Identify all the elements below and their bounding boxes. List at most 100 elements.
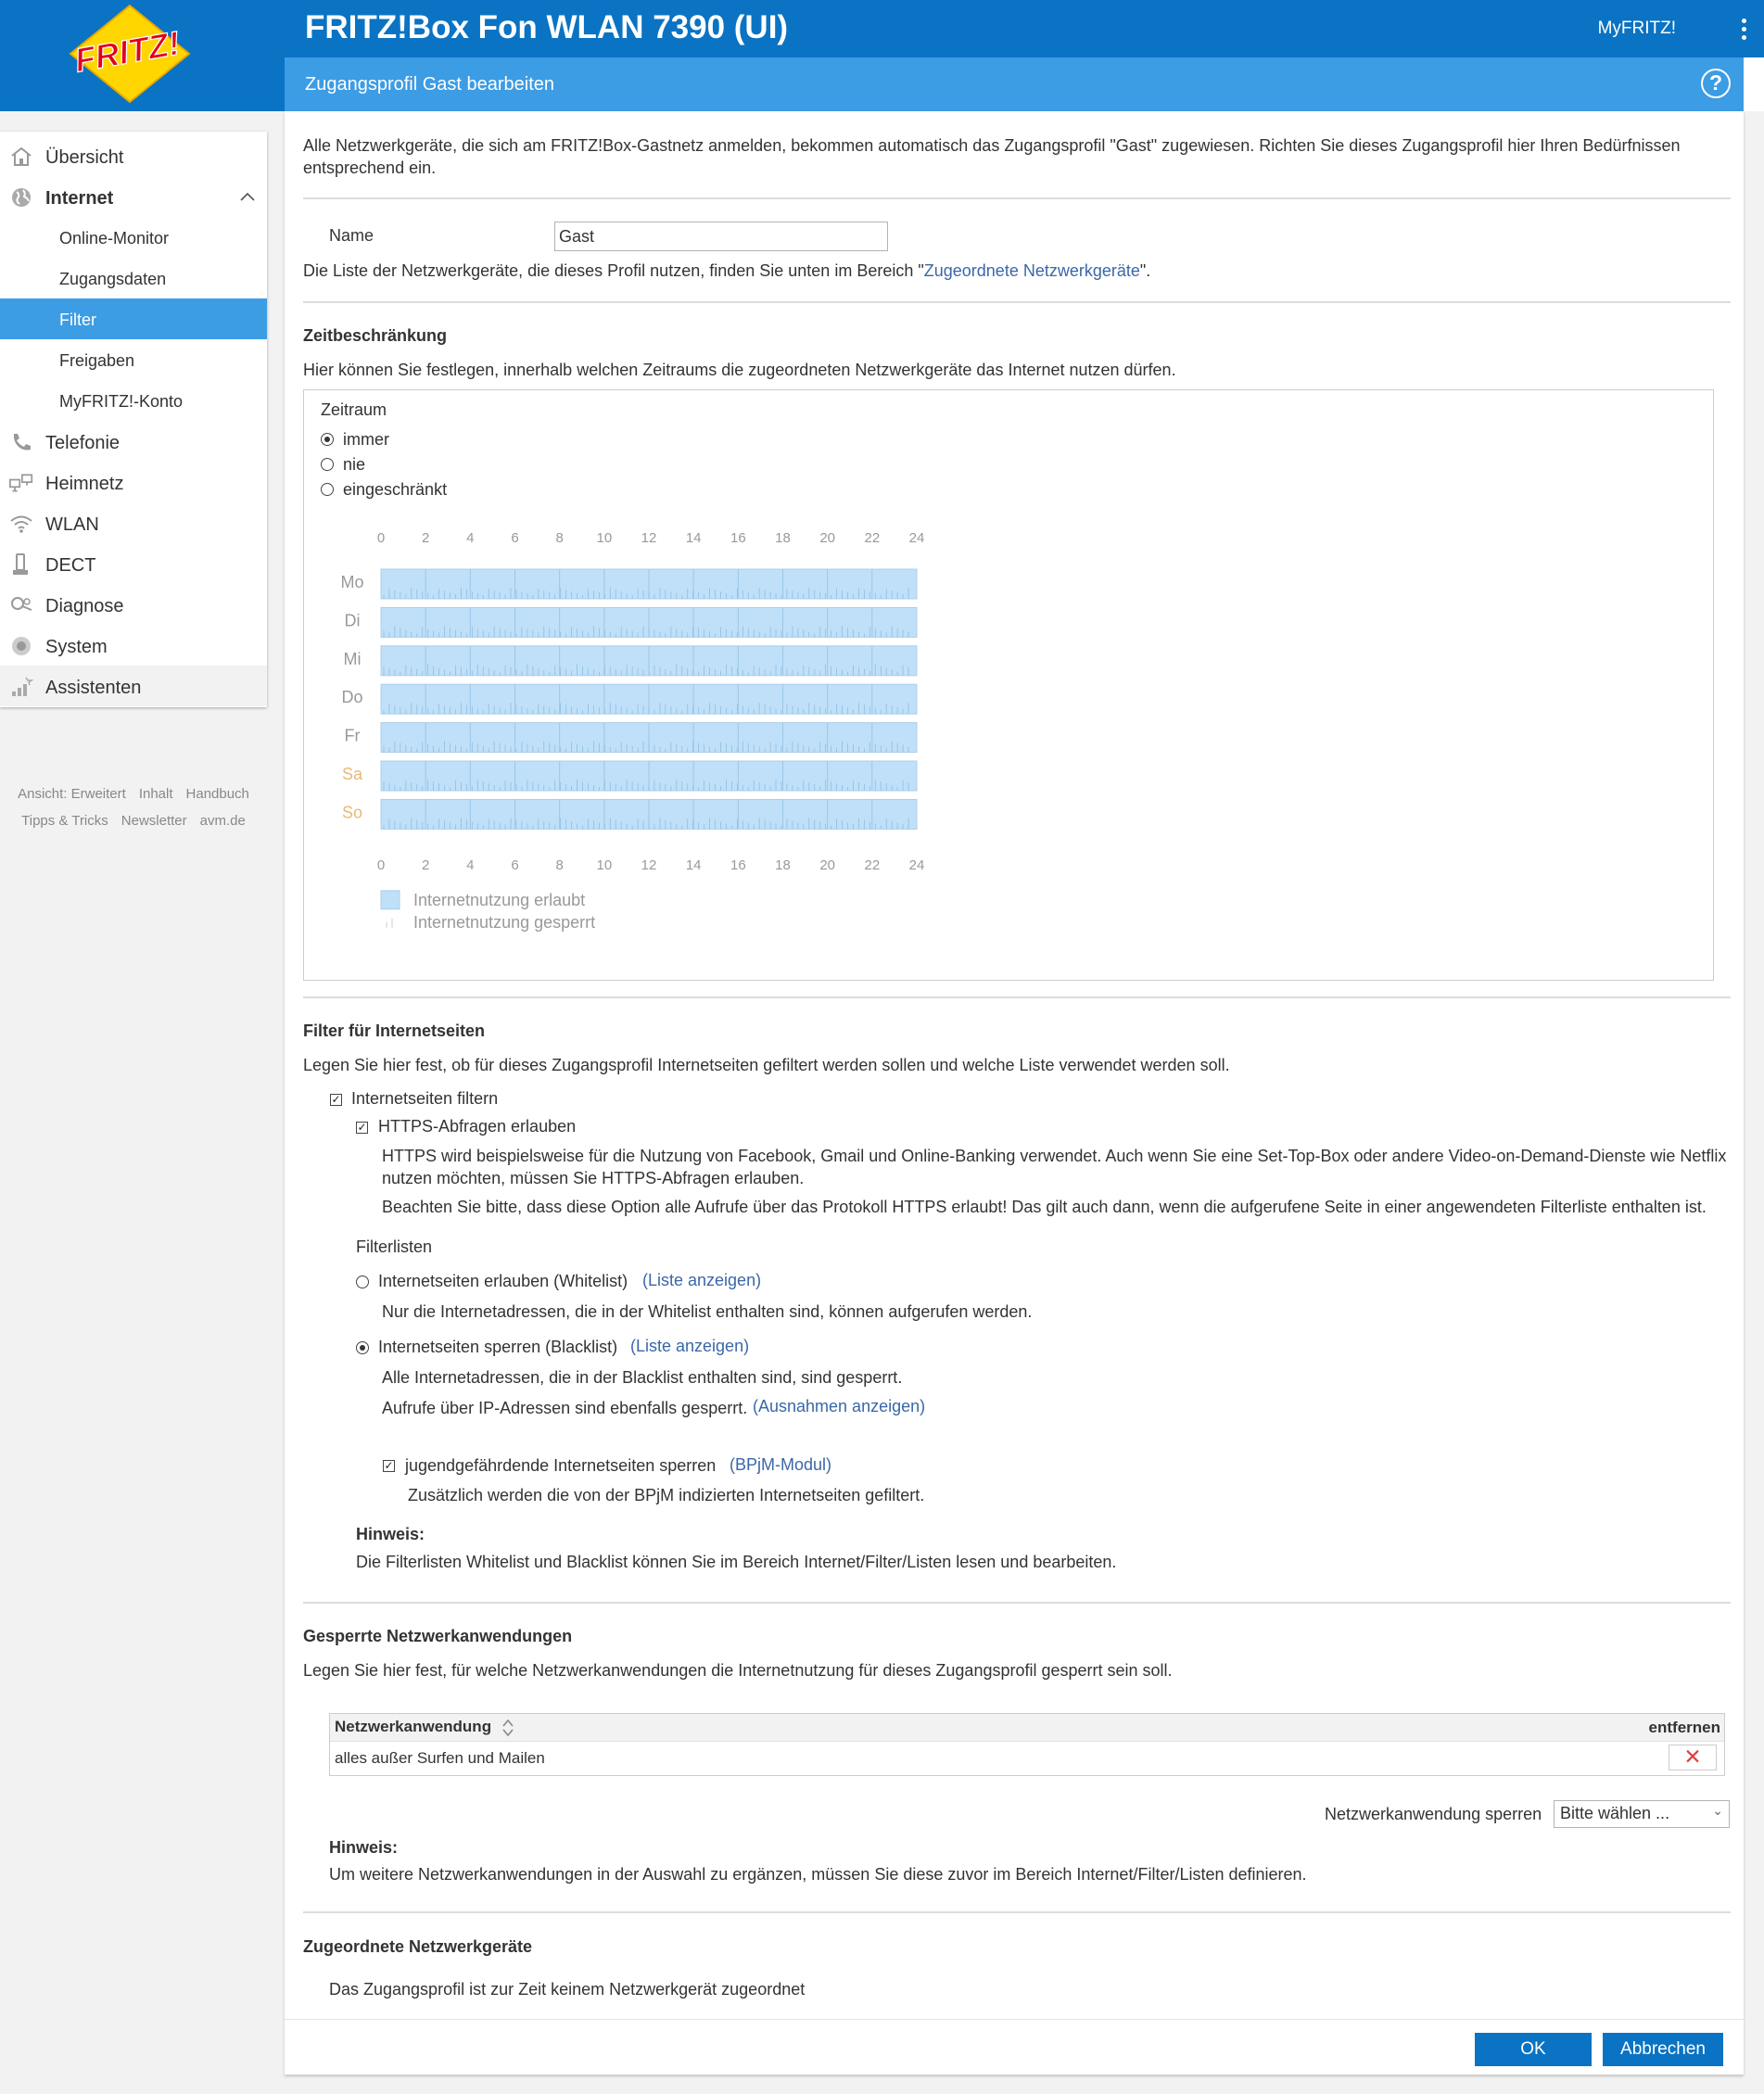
radio-nie-label[interactable]: nie: [343, 455, 365, 475]
help-icon[interactable]: ?: [1701, 69, 1731, 98]
sidebar-item-uebersicht[interactable]: Übersicht: [0, 135, 267, 176]
sidebar-item-myfritz-konto[interactable]: MyFRITZ!-Konto: [0, 380, 267, 421]
radio-nie[interactable]: [321, 458, 334, 471]
name-label: Name: [329, 226, 374, 245]
sidebar-item-wlan[interactable]: WLAN: [0, 502, 267, 543]
phone-icon: [13, 434, 31, 451]
hour-tick-bottom: 4: [466, 857, 474, 873]
ausnahmen-show-link[interactable]: (Ausnahmen anzeigen): [753, 1397, 925, 1416]
checkbox-bpjm[interactable]: ✓: [383, 1460, 395, 1472]
checkbox-https-erlauben-label[interactable]: HTTPS-Abfragen erlauben: [378, 1117, 576, 1136]
https-desc-line1: HTTPS wird beispielsweise für die Nutzun…: [382, 1147, 1727, 1165]
day-label-sa: Sa: [342, 765, 363, 783]
apps-select[interactable]: Bitte wählen ... ⌄: [1554, 1800, 1730, 1828]
divider: [303, 197, 1731, 199]
footer-link-avm[interactable]: avm.de: [200, 813, 246, 829]
dect-icon: [13, 553, 28, 575]
title-bar: FRITZ!Box Fon WLAN 7390 (UI) MyFRITZ!: [285, 0, 1764, 57]
blacklist-desc-line2: Aufrufe über IP-Adressen sind ebenfalls …: [382, 1399, 748, 1417]
sidebar-item-assistenten[interactable]: Assistenten: [0, 666, 267, 706]
globe-icon: [12, 188, 31, 207]
hour-tick-bottom: 6: [511, 857, 518, 873]
sidebar-item-label: Zugangsdaten: [59, 270, 167, 288]
hour-tick-top: 18: [775, 530, 791, 546]
hour-tick-bottom: 8: [555, 857, 563, 873]
sidebar-item-online-monitor[interactable]: Online-Monitor: [0, 217, 267, 258]
apps-select-value: Bitte wählen ...: [1560, 1804, 1670, 1822]
footer-link-ansicht[interactable]: Ansicht: Erweitert: [18, 786, 126, 802]
sidebar-item-label: Assistenten: [45, 678, 142, 698]
sidebar-item-internet[interactable]: Internet: [0, 176, 267, 217]
legend-blocked-label: Internetnutzung gesperrt: [413, 913, 595, 932]
name-note-post: ".: [1139, 261, 1151, 280]
bpjm-module-link[interactable]: (BPjM-Modul): [730, 1455, 831, 1475]
chevron-up-icon[interactable]: [239, 191, 256, 202]
name-note-pre: Die Liste der Netzwerkgeräte, die dieses…: [303, 261, 924, 280]
ok-button[interactable]: OK: [1475, 2033, 1592, 2066]
blacklist-show-link[interactable]: (Liste anzeigen): [630, 1337, 749, 1356]
day-label-mo: Mo: [340, 573, 363, 591]
checkbox-bpjm-label[interactable]: jugendgefährdende Internetseiten sperren: [405, 1456, 716, 1476]
sidebar-item-freigaben[interactable]: Freigaben: [0, 339, 267, 380]
radio-eingeschraenkt-label[interactable]: eingeschränkt: [343, 480, 447, 500]
radio-immer-label[interactable]: immer: [343, 430, 389, 450]
apps-hint-text: Um weitere Netzwerkanwendungen in der Au…: [329, 1865, 1307, 1884]
sidebar-item-label: WLAN: [45, 514, 99, 535]
radio-blacklist-label[interactable]: Internetseiten sperren (Blacklist): [378, 1338, 617, 1357]
remove-button[interactable]: ✕: [1669, 1745, 1717, 1770]
table-cell-app: alles außer Surfen und Mailen: [335, 1749, 545, 1767]
checkbox-https-erlauben[interactable]: ✓: [356, 1122, 368, 1134]
sidebar-item-heimnetz[interactable]: Heimnetz: [0, 462, 267, 502]
checkbox-internetseiten-filtern-label[interactable]: Internetseiten filtern: [351, 1089, 498, 1109]
checkbox-internetseiten-filtern[interactable]: ✓: [330, 1094, 342, 1106]
myfritz-link[interactable]: MyFRITZ!: [1598, 19, 1676, 39]
hour-tick-bottom: 10: [596, 857, 612, 873]
day-label-do: Do: [341, 688, 362, 706]
time-schedule-grid[interactable]: 0022446688101012121414161618182020222224…: [304, 520, 1231, 965]
footer-link-tipps[interactable]: Tipps & Tricks: [21, 813, 108, 829]
chevron-down-icon: ⌄: [1712, 1803, 1723, 1818]
wizard-icon: [12, 677, 33, 696]
sidebar-item-dect[interactable]: DECT: [0, 543, 267, 584]
footer-link-newsletter[interactable]: Newsletter: [121, 813, 187, 829]
name-input[interactable]: [554, 222, 888, 251]
radio-whitelist[interactable]: [356, 1275, 369, 1288]
hour-tick-bottom: 0: [377, 857, 385, 873]
legend-allowed-label: Internetnutzung erlaubt: [413, 891, 585, 909]
radio-eingeschraenkt[interactable]: [321, 483, 334, 496]
intro-text-line2: entsprechend ein.: [303, 159, 437, 177]
apps-table: Netzwerkanwendung entfernen alles außer …: [329, 1713, 1725, 1776]
whitelist-show-link[interactable]: (Liste anzeigen): [642, 1271, 761, 1290]
zugeordnete-geraete-link[interactable]: Zugeordnete Netzwerkgeräte: [924, 261, 1140, 280]
day-label-di: Di: [345, 611, 361, 629]
col-netzwerkanwendung[interactable]: Netzwerkanwendung: [335, 1718, 491, 1736]
day-label-fr: Fr: [345, 727, 361, 745]
zeitraum-box: Zeitraum immer nie eingeschränkt 0022446…: [303, 389, 1714, 981]
divider: [303, 1911, 1731, 1913]
apps-heading: Gesperrte Netzwerkanwendungen: [303, 1627, 573, 1645]
subtitle-bar: Zugangsprofil Gast bearbeiten ?: [285, 57, 1744, 111]
fritz-logo[interactable]: FRITZ!: [0, 0, 285, 111]
sidebar-item-diagnose[interactable]: Diagnose: [0, 584, 267, 625]
cancel-button[interactable]: Abbrechen: [1603, 2033, 1723, 2066]
sidebar-item-telefonie[interactable]: Telefonie: [0, 421, 267, 462]
intro-text-line1: Alle Netzwerkgeräte, die sich am FRITZ!B…: [303, 136, 1681, 155]
more-menu-icon[interactable]: [1742, 19, 1749, 44]
hour-tick-top: 10: [596, 530, 612, 546]
sidebar-item-filter[interactable]: Filter: [0, 298, 267, 339]
hour-tick-bottom: 22: [864, 857, 880, 873]
filter-hint-text: Die Filterlisten Whitelist und Blacklist…: [356, 1553, 1117, 1571]
sort-icon[interactable]: [501, 1719, 514, 1737]
https-desc-line3: Beachten Sie bitte, dass diese Option al…: [382, 1198, 1707, 1216]
radio-immer[interactable]: [321, 433, 334, 446]
radio-whitelist-label[interactable]: Internetseiten erlauben (Whitelist): [378, 1272, 628, 1291]
sidebar-item-zugangsdaten[interactable]: Zugangsdaten: [0, 258, 267, 298]
table-row: alles außer Surfen und Mailen ✕: [330, 1742, 1724, 1775]
footer-link-inhalt[interactable]: Inhalt: [139, 786, 173, 802]
system-icon: [12, 637, 31, 655]
sidebar-item-system[interactable]: System: [0, 625, 267, 666]
footer-link-handbuch[interactable]: Handbuch: [186, 786, 249, 802]
legend-allowed-swatch: [380, 890, 400, 910]
fritz-logo-icon: FRITZ!: [69, 4, 191, 104]
radio-blacklist[interactable]: [356, 1341, 369, 1354]
